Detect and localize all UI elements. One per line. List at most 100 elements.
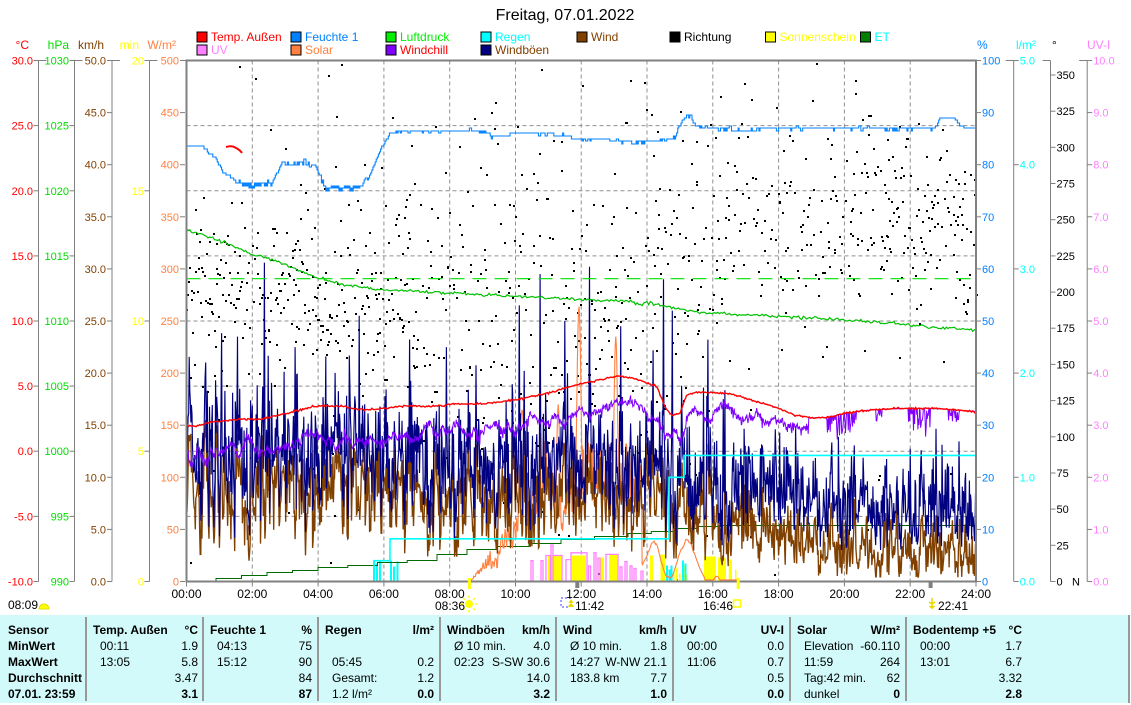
svg-text:225: 225 [1057,251,1075,263]
svg-text:22:41: 22:41 [938,599,968,613]
svg-text:08:09: 08:09 [8,598,38,612]
svg-text:0.0: 0.0 [1093,577,1108,589]
svg-text:-10.0: -10.0 [8,577,33,589]
svg-text:14.0: 14.0 [527,671,551,685]
svg-text:Bodentemp +5: Bodentemp +5 [913,623,996,637]
svg-text:1.2: 1.2 [417,671,434,685]
svg-text:00:00: 00:00 [687,639,717,653]
svg-text:0.0: 0.0 [417,687,434,701]
svg-text:°C: °C [185,623,199,637]
svg-text:25.0: 25.0 [12,121,33,133]
svg-text:22:00: 22:00 [895,587,925,601]
svg-text:20.0: 20.0 [12,186,33,198]
svg-text:14:00: 14:00 [632,587,662,601]
svg-text:0.5: 0.5 [767,671,784,685]
svg-text:5.0: 5.0 [91,524,106,536]
svg-text:100: 100 [161,472,179,484]
svg-text:35.0: 35.0 [85,212,106,224]
svg-text:2.0: 2.0 [1093,472,1108,484]
svg-text:450: 450 [161,108,179,120]
svg-text:5.0: 5.0 [1093,316,1108,328]
svg-text:150: 150 [1057,359,1075,371]
svg-text:400: 400 [161,160,179,172]
svg-text:3.0: 3.0 [1020,264,1035,276]
svg-text:Sensor: Sensor [8,623,49,637]
svg-text:0.0: 0.0 [91,577,106,589]
svg-text:10.0: 10.0 [85,472,106,484]
svg-text:1.2 l/m²: 1.2 l/m² [332,687,372,701]
svg-text:Solar: Solar [797,623,827,637]
svg-text:75: 75 [1057,468,1069,480]
svg-text:Durchschnitt: Durchschnitt [8,671,82,685]
svg-text:50: 50 [1057,504,1069,516]
svg-text:02:23: 02:23 [454,655,484,669]
svg-text:90: 90 [982,108,994,120]
svg-text:Windchill: Windchill [400,43,448,57]
svg-text:Wind: Wind [563,623,592,637]
svg-text:40.0: 40.0 [85,160,106,172]
svg-text:50: 50 [167,524,179,536]
svg-text:75: 75 [299,639,313,653]
svg-text:min: min [120,38,139,52]
svg-text:1.7: 1.7 [1005,639,1022,653]
svg-text:1.0: 1.0 [1093,524,1108,536]
svg-text:Solar: Solar [305,43,333,57]
svg-text:UV: UV [680,623,697,637]
svg-text:200: 200 [161,368,179,380]
svg-text:30.0: 30.0 [12,56,33,68]
svg-text:00:00: 00:00 [920,639,950,653]
svg-text:5: 5 [138,446,144,458]
svg-text:25.0: 25.0 [85,316,106,328]
svg-text:2.0: 2.0 [1020,368,1035,380]
svg-text:00:11: 00:11 [100,639,129,653]
svg-text:350: 350 [1057,70,1075,82]
svg-text:7.0: 7.0 [1093,212,1108,224]
svg-text:°C: °C [16,38,30,52]
svg-text:MaxWert: MaxWert [8,655,58,669]
svg-text:0: 0 [1057,577,1063,589]
svg-text:02:00: 02:00 [237,587,267,601]
svg-text:200: 200 [1057,287,1075,299]
svg-text:00:00: 00:00 [171,587,201,601]
svg-text:18:00: 18:00 [764,587,794,601]
svg-text:1030: 1030 [45,56,69,68]
svg-text:15.0: 15.0 [85,420,106,432]
svg-text:%: % [977,38,988,52]
svg-text:990: 990 [51,577,69,589]
svg-text:Sonnenschein: Sonnenschein [780,30,856,44]
svg-text:Feuchte 1: Feuchte 1 [305,30,359,44]
svg-text:Gesamt:: Gesamt: [332,671,377,685]
svg-text:0: 0 [893,687,900,701]
svg-text:0.2: 0.2 [417,655,434,669]
svg-text:70: 70 [982,212,994,224]
svg-text:20:00: 20:00 [829,587,859,601]
svg-text:W/m²: W/m² [147,38,176,52]
svg-text:100: 100 [982,56,1000,68]
svg-text:995: 995 [51,511,69,523]
svg-text:1.9: 1.9 [181,639,198,653]
svg-text:3.32: 3.32 [999,671,1023,685]
svg-text:16:46: 16:46 [703,599,733,613]
svg-text:Freitag, 07.01.2022: Freitag, 07.01.2022 [496,7,635,24]
svg-text:W-NW 21.1: W-NW 21.1 [605,655,667,669]
svg-text:275: 275 [1057,179,1075,191]
svg-text:175: 175 [1057,323,1075,335]
svg-text:l/m²: l/m² [1016,38,1036,52]
svg-text:%: % [301,623,312,637]
svg-text:Tag:42 min.: Tag:42 min. [804,671,866,685]
svg-text:MinWert: MinWert [8,639,55,653]
svg-text:04:13: 04:13 [217,639,247,653]
svg-text:Regen: Regen [325,623,362,637]
svg-text:0.0: 0.0 [767,687,784,701]
svg-text:10.0: 10.0 [1093,56,1114,68]
svg-text:Ø 10 min.: Ø 10 min. [454,639,506,653]
svg-text:Temp. Außen: Temp. Außen [93,623,168,637]
svg-text:20: 20 [132,56,144,68]
svg-text:-5.0: -5.0 [14,511,33,523]
svg-text:1025: 1025 [45,121,69,133]
svg-text:6.7: 6.7 [1005,655,1022,669]
svg-text:Richtung: Richtung [684,30,731,44]
svg-text:350: 350 [161,212,179,224]
svg-text:183.8 km: 183.8 km [570,671,619,685]
svg-text:km/h: km/h [639,623,667,637]
